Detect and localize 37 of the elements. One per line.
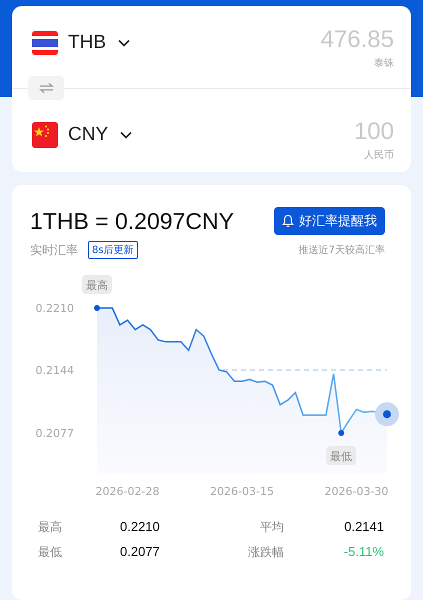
annotation: 最低 [330, 450, 352, 463]
stat-label: 最高 [38, 519, 63, 536]
axis-label: 0.2144 [36, 364, 74, 378]
currency-name: 人民币 [364, 148, 394, 162]
alert-hint: 推送近7天较高汇率 [298, 244, 385, 257]
alert-button[interactable]: 好汇率提醒我 [274, 207, 385, 235]
stat-label: 涨跌幅 [247, 544, 284, 561]
axis-label: 0.2210 [36, 302, 74, 315]
swap-icon [38, 82, 54, 94]
axis-label: 0.2077 [36, 427, 74, 440]
axis-label: 2026-03-15 [210, 485, 274, 498]
bell-icon [282, 214, 294, 228]
flag-icon [32, 30, 58, 56]
point-tag: 最低 [326, 446, 356, 465]
axis-label: 2026-02-28 [96, 485, 160, 498]
chevron-down-icon[interactable] [118, 39, 130, 47]
stat-value: -5.11% [342, 544, 384, 561]
currency-code[interactable]: CNY [68, 124, 108, 146]
point-marker [94, 305, 100, 311]
currency-code[interactable]: THB [68, 32, 106, 54]
swap-button[interactable] [28, 76, 64, 100]
stat-value: 0.2077 [120, 544, 161, 561]
axis-label: 2026-03-30 [324, 485, 388, 498]
chevron-down-icon[interactable] [120, 131, 132, 139]
flag-icon [32, 122, 58, 148]
current-point [375, 402, 399, 426]
rate-label: 实时汇率 [30, 242, 78, 258]
update-badge: 8s后更新 [88, 241, 138, 259]
stat-value: 0.2210 [120, 519, 161, 536]
stat-label: 最低 [38, 544, 63, 561]
point-marker [338, 430, 344, 436]
point-tag: 最高 [82, 275, 112, 294]
stat-value: 0.2141 [343, 519, 384, 536]
currency-name: 泰铢 [374, 57, 394, 70]
annotation: 最高 [86, 279, 108, 292]
exchange-rate: 1THB = 0.2097CNY [30, 208, 234, 234]
stat-label: 平均 [259, 519, 284, 536]
